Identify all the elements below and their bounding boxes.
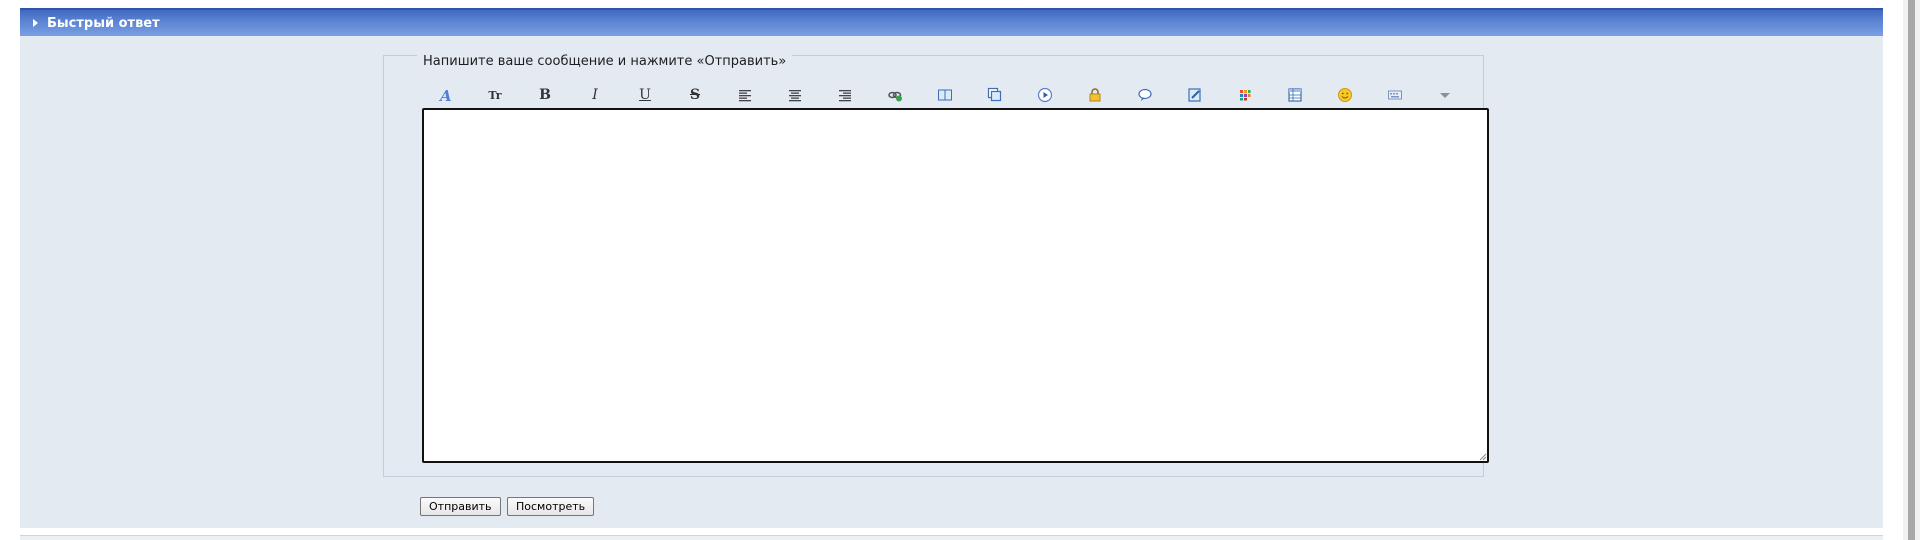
color-palette-icon[interactable]	[1234, 84, 1256, 106]
table-icon[interactable]	[1284, 84, 1306, 106]
next-panel-edge	[20, 535, 1883, 540]
dropdown-arrow-icon[interactable]	[1434, 84, 1456, 106]
link-icon[interactable]	[884, 84, 906, 106]
smiley-icon[interactable]	[1334, 84, 1356, 106]
bold-icon[interactable]: B	[534, 84, 556, 106]
quick-reply-header[interactable]: Быстрый ответ	[20, 8, 1883, 36]
preview-button[interactable]: Посмотреть	[507, 497, 595, 516]
svg-text:A: A	[438, 87, 452, 103]
copy-icon[interactable]	[984, 84, 1006, 106]
message-legend: Напишите ваше сообщение и нажмите «Отпра…	[417, 54, 793, 69]
editor-toolbar: A Tr B I U S	[422, 84, 1482, 106]
scrollbar-thumb[interactable]	[1908, 0, 1915, 540]
align-left-icon[interactable]	[734, 84, 756, 106]
align-center-icon[interactable]	[784, 84, 806, 106]
underline-icon[interactable]: U	[634, 84, 656, 106]
keyboard-icon[interactable]	[1384, 84, 1406, 106]
submit-button[interactable]: Отправить	[420, 497, 501, 516]
resize-grip-icon[interactable]	[1477, 451, 1487, 461]
align-right-icon[interactable]	[834, 84, 856, 106]
vertical-scrollbar[interactable]	[1903, 0, 1920, 540]
strikethrough-icon[interactable]: S	[684, 84, 706, 106]
edit-icon[interactable]	[1184, 84, 1206, 106]
book-icon[interactable]	[934, 84, 956, 106]
lock-icon[interactable]	[1084, 84, 1106, 106]
font-icon[interactable]: A	[434, 84, 456, 106]
italic-icon[interactable]: I	[584, 84, 606, 106]
expand-triangle-icon[interactable]	[33, 19, 38, 27]
quick-reply-title: Быстрый ответ	[47, 15, 160, 31]
page: Быстрый ответ Напишите ваше сообщение и …	[0, 0, 1920, 540]
play-icon[interactable]	[1034, 84, 1056, 106]
message-textarea[interactable]	[422, 108, 1489, 463]
font-size-icon[interactable]: Tr	[484, 84, 506, 106]
speech-bubble-icon[interactable]	[1134, 84, 1156, 106]
